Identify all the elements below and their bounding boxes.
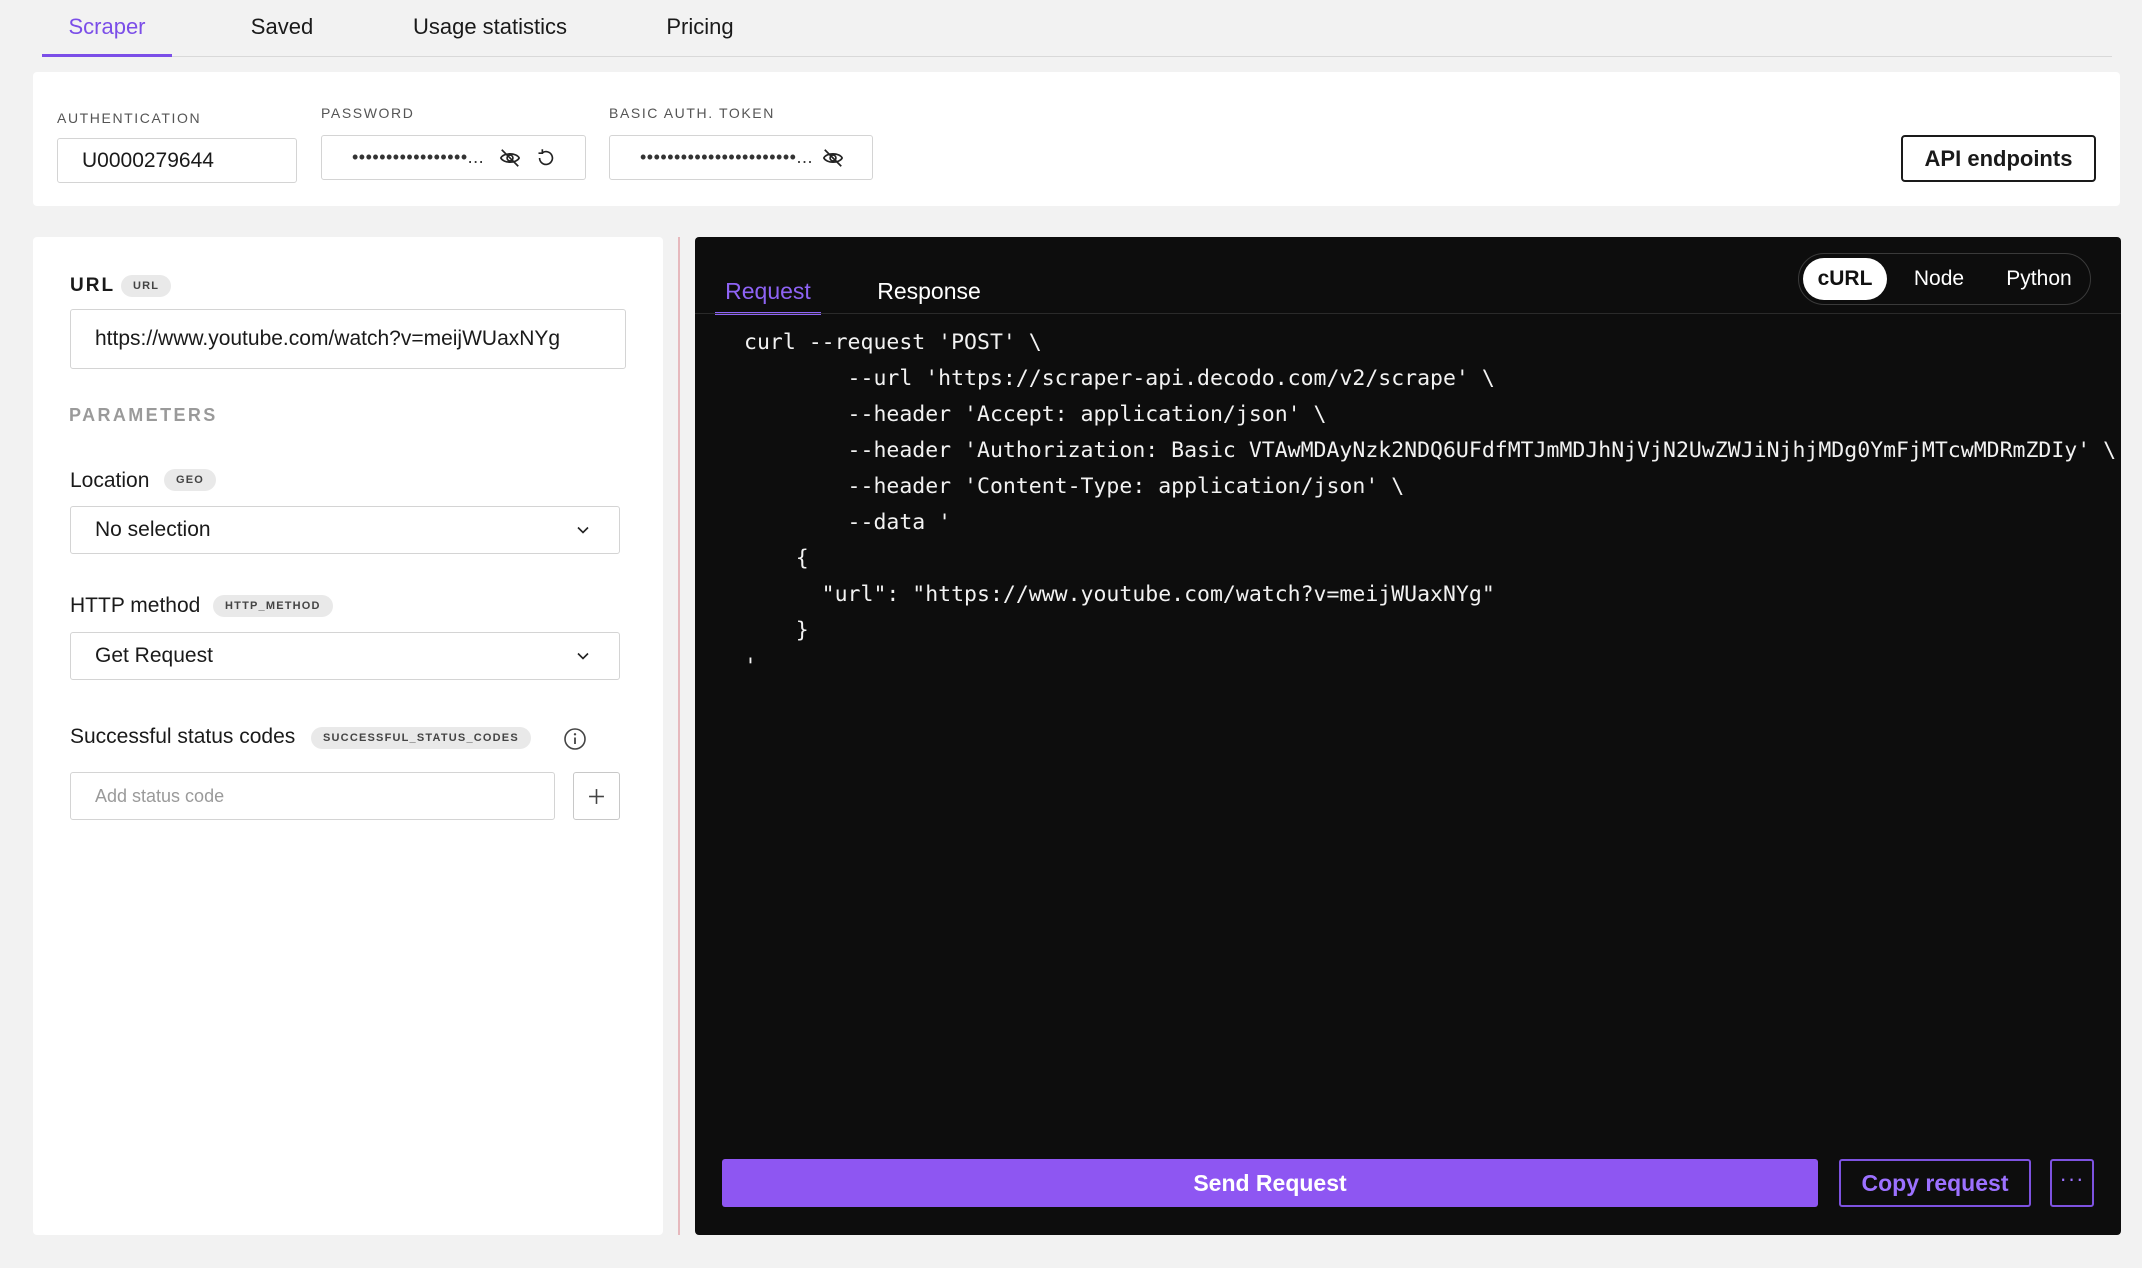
token-label: BASIC AUTH. TOKEN bbox=[609, 105, 775, 121]
location-label: Location bbox=[70, 469, 150, 492]
code-line: ' bbox=[744, 654, 757, 679]
parameters-heading: PARAMETERS bbox=[69, 405, 218, 425]
chevron-down-icon bbox=[577, 652, 589, 660]
code-panel: Request Response cURL Node Python curl -… bbox=[695, 237, 2121, 1235]
authentication-field[interactable]: U0000279644 bbox=[57, 138, 297, 183]
parameters-panel: URL URL https://www.youtube.com/watch?v=… bbox=[33, 237, 663, 1235]
auth-panel: AUTHENTICATION U0000279644 PASSWORD ••••… bbox=[33, 72, 2120, 206]
tab-pricing[interactable]: Pricing bbox=[652, 0, 748, 57]
eye-off-icon[interactable] bbox=[499, 147, 521, 169]
code-line: --url 'https://scraper-api.decodo.com/v2… bbox=[744, 366, 1495, 391]
url-input[interactable]: https://www.youtube.com/watch?v=meijWUax… bbox=[70, 309, 626, 369]
geo-chip: GEO bbox=[164, 469, 217, 491]
chevron-down-icon bbox=[577, 526, 589, 534]
code-line: { bbox=[744, 546, 809, 571]
http-method-chip: HTTP_METHOD bbox=[213, 595, 333, 617]
code-block[interactable]: curl --request 'POST' \ --url 'https://s… bbox=[744, 325, 2116, 685]
http-method-label: HTTP method bbox=[70, 594, 201, 617]
api-endpoints-button[interactable]: API endpoints bbox=[1901, 135, 2096, 182]
token-field[interactable]: •••••••••••••••••••••••... bbox=[609, 135, 873, 180]
send-request-button[interactable]: Send Request bbox=[722, 1159, 1818, 1207]
tab-saved[interactable]: Saved bbox=[230, 0, 334, 57]
token-value: •••••••••••••••••••••••... bbox=[640, 147, 813, 167]
top-tab-bar: Scraper Saved Usage statistics Pricing bbox=[42, 0, 2112, 57]
info-icon[interactable] bbox=[563, 727, 587, 751]
code-line: --header 'Content-Type: application/json… bbox=[744, 474, 1405, 499]
code-line: --header 'Accept: application/json' \ bbox=[744, 402, 1327, 427]
code-line: --data ' bbox=[744, 510, 952, 535]
status-codes-chip: SUCCESSFUL_STATUS_CODES bbox=[311, 727, 531, 749]
code-line: --header 'Authorization: Basic VTAwMDAyN… bbox=[744, 438, 2117, 463]
code-line: "url": "https://www.youtube.com/watch?v=… bbox=[744, 582, 1495, 607]
password-field[interactable]: •••••••••••••••••... bbox=[321, 135, 586, 180]
code-line: curl --request 'POST' \ bbox=[744, 330, 1042, 355]
lang-curl[interactable]: cURL bbox=[1803, 258, 1887, 300]
language-toggle: cURL Node Python bbox=[1798, 253, 2091, 305]
plus-icon bbox=[589, 789, 604, 804]
authentication-label: AUTHENTICATION bbox=[57, 110, 202, 126]
tab-response[interactable]: Response bbox=[865, 267, 993, 315]
refresh-icon[interactable] bbox=[535, 147, 557, 169]
url-label: URL bbox=[70, 275, 116, 296]
password-label: PASSWORD bbox=[321, 105, 415, 121]
url-chip: URL bbox=[121, 275, 172, 297]
code-line: } bbox=[744, 618, 809, 643]
location-select[interactable]: No selection bbox=[70, 506, 620, 554]
lang-python[interactable]: Python bbox=[1991, 258, 2087, 300]
password-value: •••••••••••••••••... bbox=[352, 147, 485, 167]
copy-request-button[interactable]: Copy request bbox=[1839, 1159, 2031, 1207]
status-code-input[interactable]: Add status code bbox=[70, 772, 555, 820]
tab-underline bbox=[695, 313, 2121, 314]
panel-divider[interactable] bbox=[678, 237, 680, 1235]
location-selected-value: No selection bbox=[95, 518, 211, 541]
eye-off-icon[interactable] bbox=[822, 147, 844, 169]
tab-usage-statistics[interactable]: Usage statistics bbox=[392, 0, 588, 57]
http-method-select[interactable]: Get Request bbox=[70, 632, 620, 680]
more-options-button[interactable]: ··· bbox=[2050, 1159, 2094, 1207]
http-method-selected-value: Get Request bbox=[95, 644, 213, 667]
lang-node[interactable]: Node bbox=[1897, 258, 1981, 300]
add-status-code-button[interactable] bbox=[573, 772, 620, 820]
status-codes-label: Successful status codes bbox=[70, 725, 296, 748]
tab-request[interactable]: Request bbox=[715, 267, 821, 315]
tab-scraper[interactable]: Scraper bbox=[42, 0, 172, 57]
